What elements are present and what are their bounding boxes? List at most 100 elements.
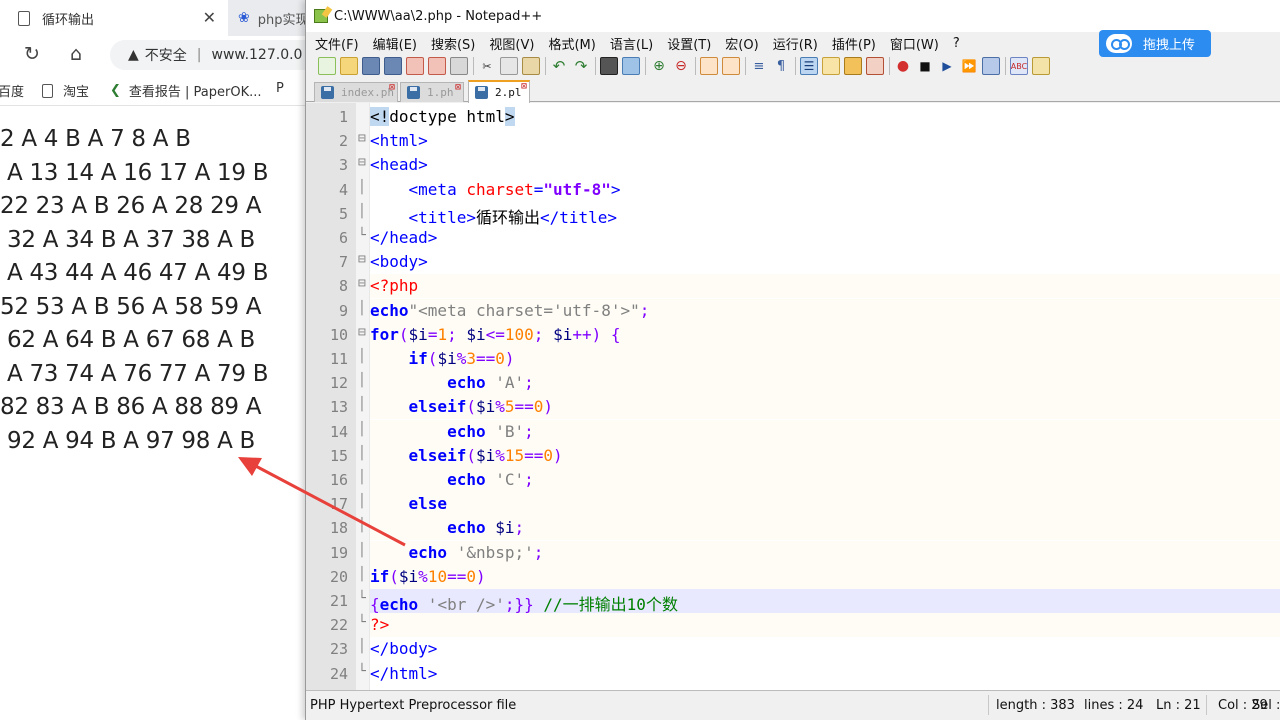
fold-marker[interactable]: │ bbox=[358, 204, 368, 219]
doc-map-icon[interactable] bbox=[844, 57, 862, 75]
code-line[interactable]: 22 └ ?> bbox=[306, 613, 1280, 638]
redo-icon[interactable]: ↷ bbox=[572, 57, 590, 75]
menu-run[interactable]: 运行(R) bbox=[773, 34, 818, 53]
code-line[interactable]: 1 <!doctype html> bbox=[306, 105, 1280, 129]
home-icon[interactable]: ⌂ bbox=[70, 43, 82, 65]
menu-edit[interactable]: 编辑(E) bbox=[373, 34, 417, 53]
fold-marker[interactable]: └ bbox=[358, 228, 368, 243]
code-line[interactable]: 12 │ echo 'A'; bbox=[306, 371, 1280, 396]
fold-marker[interactable]: │ bbox=[358, 422, 368, 437]
code-line[interactable]: 5 │ <title>循环输出</title> bbox=[306, 202, 1280, 227]
run-macro-multiple-icon[interactable]: ⏩ bbox=[960, 57, 978, 75]
user-language-icon[interactable] bbox=[822, 57, 840, 75]
code-line[interactable]: 14 │ echo 'B'; bbox=[306, 419, 1280, 444]
browser-tab-active[interactable]: 循环输出 ✕ bbox=[0, 0, 228, 36]
fold-marker[interactable]: └ bbox=[358, 664, 368, 679]
code-line[interactable]: 10 ⊟ for($i=1; $i<=100; $i++) { bbox=[306, 322, 1280, 347]
indent-guide-icon[interactable]: ☰ bbox=[800, 57, 818, 75]
copy-icon[interactable] bbox=[500, 57, 518, 75]
file-tab-index[interactable]: index.ph ⊠ bbox=[314, 82, 398, 102]
code-line[interactable]: 3 ⊟ <head> bbox=[306, 153, 1280, 177]
code-line[interactable]: 11 │ if($i%3==0) bbox=[306, 347, 1280, 371]
menu-view[interactable]: 视图(V) bbox=[489, 34, 534, 53]
sync-horizontal-icon[interactable] bbox=[722, 57, 740, 75]
open-folder-icon[interactable] bbox=[340, 57, 358, 75]
fold-marker[interactable]: │ bbox=[358, 349, 368, 364]
function-list-icon[interactable] bbox=[866, 57, 884, 75]
stop-macro-icon[interactable]: ■ bbox=[916, 57, 934, 75]
find-icon[interactable] bbox=[600, 57, 618, 75]
plugin-icon[interactable] bbox=[1032, 57, 1050, 75]
bookmark-item[interactable]: 淘宝 bbox=[42, 81, 89, 100]
undo-icon[interactable]: ↶ bbox=[550, 57, 568, 75]
close-tab-icon[interactable]: ✕ bbox=[203, 8, 216, 27]
code-line[interactable]: 17 │ else bbox=[306, 492, 1280, 517]
play-macro-icon[interactable]: ▶ bbox=[938, 57, 956, 75]
sync-vertical-icon[interactable] bbox=[700, 57, 718, 75]
fold-marker[interactable]: │ bbox=[358, 373, 368, 388]
drag-upload-button[interactable]: 拖拽上传 bbox=[1099, 30, 1211, 57]
close-tab-icon[interactable]: ⊠ bbox=[389, 82, 395, 93]
code-line[interactable]: 8 ⊟ <?php bbox=[306, 274, 1280, 299]
fold-marker[interactable]: │ bbox=[358, 518, 368, 533]
reload-icon[interactable]: ↻ bbox=[24, 43, 40, 65]
close-tab-icon[interactable]: ⊠ bbox=[521, 81, 527, 92]
code-editor[interactable]: 1 <!doctype html> 2 ⊟ <html> 3 ⊟ <head> 4 │ <meta… bbox=[306, 103, 1280, 690]
fold-marker[interactable]: ⊟ bbox=[358, 155, 368, 170]
fold-marker[interactable]: └ bbox=[358, 591, 368, 606]
replace-icon[interactable] bbox=[622, 57, 640, 75]
fold-marker[interactable]: │ bbox=[358, 446, 368, 461]
menu-plugins[interactable]: 插件(P) bbox=[832, 34, 876, 53]
fold-marker[interactable]: │ bbox=[358, 567, 368, 582]
fold-marker[interactable]: │ bbox=[358, 543, 368, 558]
close-all-icon[interactable] bbox=[428, 57, 446, 75]
zoom-out-icon[interactable]: ⊖ bbox=[672, 57, 690, 75]
show-all-chars-icon[interactable]: ¶ bbox=[772, 57, 790, 75]
close-tab-icon[interactable]: ⊠ bbox=[455, 82, 461, 93]
print-icon[interactable] bbox=[450, 57, 468, 75]
browser-tab[interactable]: ❀ php实现 bbox=[234, 0, 314, 36]
word-wrap-icon[interactable]: ≡ bbox=[750, 57, 768, 75]
file-tab-1[interactable]: 1.ph ⊠ bbox=[400, 82, 464, 102]
menu-window[interactable]: 窗口(W) bbox=[890, 34, 939, 53]
fold-marker[interactable]: ⊟ bbox=[358, 276, 368, 291]
code-line[interactable]: 18 │ echo $i; bbox=[306, 516, 1280, 541]
fold-marker[interactable]: ⊟ bbox=[358, 252, 368, 267]
menu-settings[interactable]: 设置(T) bbox=[667, 34, 711, 53]
bookmark-item[interactable]: 百度 bbox=[0, 81, 24, 100]
code-line[interactable]: 2 ⊟ <html> bbox=[306, 129, 1280, 153]
code-line[interactable]: 19 │ echo '&nbsp;'; bbox=[306, 540, 1280, 565]
code-line[interactable]: 23 │ </body> bbox=[306, 637, 1280, 661]
menu-search[interactable]: 搜索(S) bbox=[431, 34, 475, 53]
code-line[interactable]: 20 │ if($i%10==0) bbox=[306, 564, 1280, 589]
record-macro-icon[interactable]: ● bbox=[894, 57, 912, 75]
menu-language[interactable]: 语言(L) bbox=[610, 34, 653, 53]
code-line[interactable]: 15 │ elseif($i%15==0) bbox=[306, 443, 1280, 468]
save-icon[interactable] bbox=[362, 57, 380, 75]
fold-marker[interactable]: ⊟ bbox=[358, 131, 368, 146]
close-file-icon[interactable] bbox=[406, 57, 424, 75]
save-all-icon[interactable] bbox=[384, 57, 402, 75]
address-bar[interactable]: ▲ 不安全 | www.127.0.0 bbox=[110, 40, 330, 70]
new-file-icon[interactable] bbox=[318, 57, 336, 75]
menu-help[interactable]: ? bbox=[953, 36, 960, 51]
bookmark-item[interactable]: ❮ 查看报告 | PaperOK... bbox=[110, 81, 262, 100]
bookmark-item[interactable]: P bbox=[276, 81, 284, 96]
zoom-in-icon[interactable]: ⊕ bbox=[650, 57, 668, 75]
file-tab-2[interactable]: 2.pl ⊠ bbox=[468, 80, 530, 103]
code-line[interactable]: 21 └ {echo '<br />';}} //一排输出10个数 bbox=[306, 589, 1280, 614]
code-line[interactable]: 24 └ </html> bbox=[306, 662, 1280, 686]
fold-marker[interactable]: │ bbox=[358, 639, 368, 654]
paste-icon[interactable] bbox=[522, 57, 540, 75]
fold-marker[interactable]: └ bbox=[358, 615, 368, 630]
code-line[interactable]: 16 │ echo 'C'; bbox=[306, 468, 1280, 492]
spell-check-icon[interactable]: ABC bbox=[1010, 57, 1028, 75]
fold-marker[interactable]: │ bbox=[358, 301, 368, 316]
fold-marker[interactable]: │ bbox=[358, 470, 368, 485]
menu-macro[interactable]: 宏(O) bbox=[725, 34, 758, 53]
fold-marker[interactable]: │ bbox=[358, 494, 368, 509]
fold-marker[interactable]: │ bbox=[358, 180, 368, 195]
menu-file[interactable]: 文件(F) bbox=[315, 34, 359, 53]
code-line[interactable]: 13 │ elseif($i%5==0) bbox=[306, 395, 1280, 420]
code-line[interactable]: 6 └ </head> bbox=[306, 226, 1280, 250]
